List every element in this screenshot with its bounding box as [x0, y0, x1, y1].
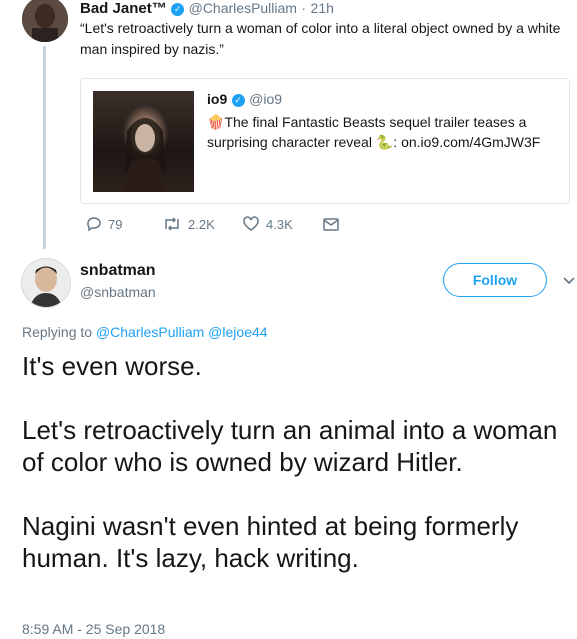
tweet-timestamp[interactable]: 8:59 AM - 25 Sep 2018	[22, 621, 165, 637]
dm-button[interactable]	[322, 216, 340, 232]
quoted-tweet-image[interactable]	[93, 91, 194, 192]
quoted-display-name: io9	[207, 91, 228, 107]
display-name[interactable]: snbatman	[80, 262, 156, 280]
reply-icon	[87, 217, 101, 232]
follow-button[interactable]: Follow	[443, 263, 547, 297]
user-handle[interactable]: @snbatman	[80, 284, 156, 300]
retweet-icon	[165, 217, 179, 231]
retweet-button[interactable]: 2.2K	[162, 216, 215, 232]
user-handle[interactable]: @CharlesPulliam	[189, 0, 297, 16]
separator: ·	[301, 0, 307, 16]
chevron-down-icon[interactable]	[563, 272, 575, 290]
tweet-text: “Let's retroactively turn a woman of col…	[80, 20, 561, 57]
thread-line	[43, 46, 46, 249]
display-name[interactable]: Bad Janet™	[80, 0, 167, 17]
quoted-tweet-text: 🍿The final Fantastic Beasts sequel trail…	[207, 114, 541, 150]
reply-button[interactable]: 79	[86, 216, 122, 232]
snake-icon: 🐍	[375, 134, 394, 150]
avatar[interactable]	[22, 0, 68, 42]
verified-icon: ✓	[171, 3, 185, 16]
avatar[interactable]	[21, 258, 71, 308]
like-button[interactable]: 4.3K	[242, 216, 293, 232]
tweet1-header: Bad Janet™ ✓ @CharlesPulliam · 21h	[80, 0, 334, 18]
verified-icon: ✓	[231, 94, 245, 107]
tweet-time[interactable]: 21h	[311, 0, 334, 16]
quoted-handle: @io9	[249, 91, 283, 107]
like-icon	[243, 216, 259, 231]
tweet2-header: snbatman @snbatman	[80, 262, 156, 300]
popcorn-icon: 🍿	[207, 114, 225, 130]
tweet-text: It's even worse. Let's retroactively tur…	[22, 351, 558, 573]
replying-to-link[interactable]: @CharlesPulliam @lejoe44	[96, 324, 268, 340]
quoted-tweet-card[interactable]: io9 ✓ @io9 🍿The final Fantastic Beasts s…	[80, 78, 570, 204]
retweet-count: 2.2K	[188, 216, 215, 232]
reply-count: 79	[108, 216, 123, 232]
dm-icon	[323, 218, 339, 231]
like-count: 4.3K	[266, 216, 293, 232]
replying-to: Replying to @CharlesPulliam @lejoe44	[22, 324, 268, 340]
